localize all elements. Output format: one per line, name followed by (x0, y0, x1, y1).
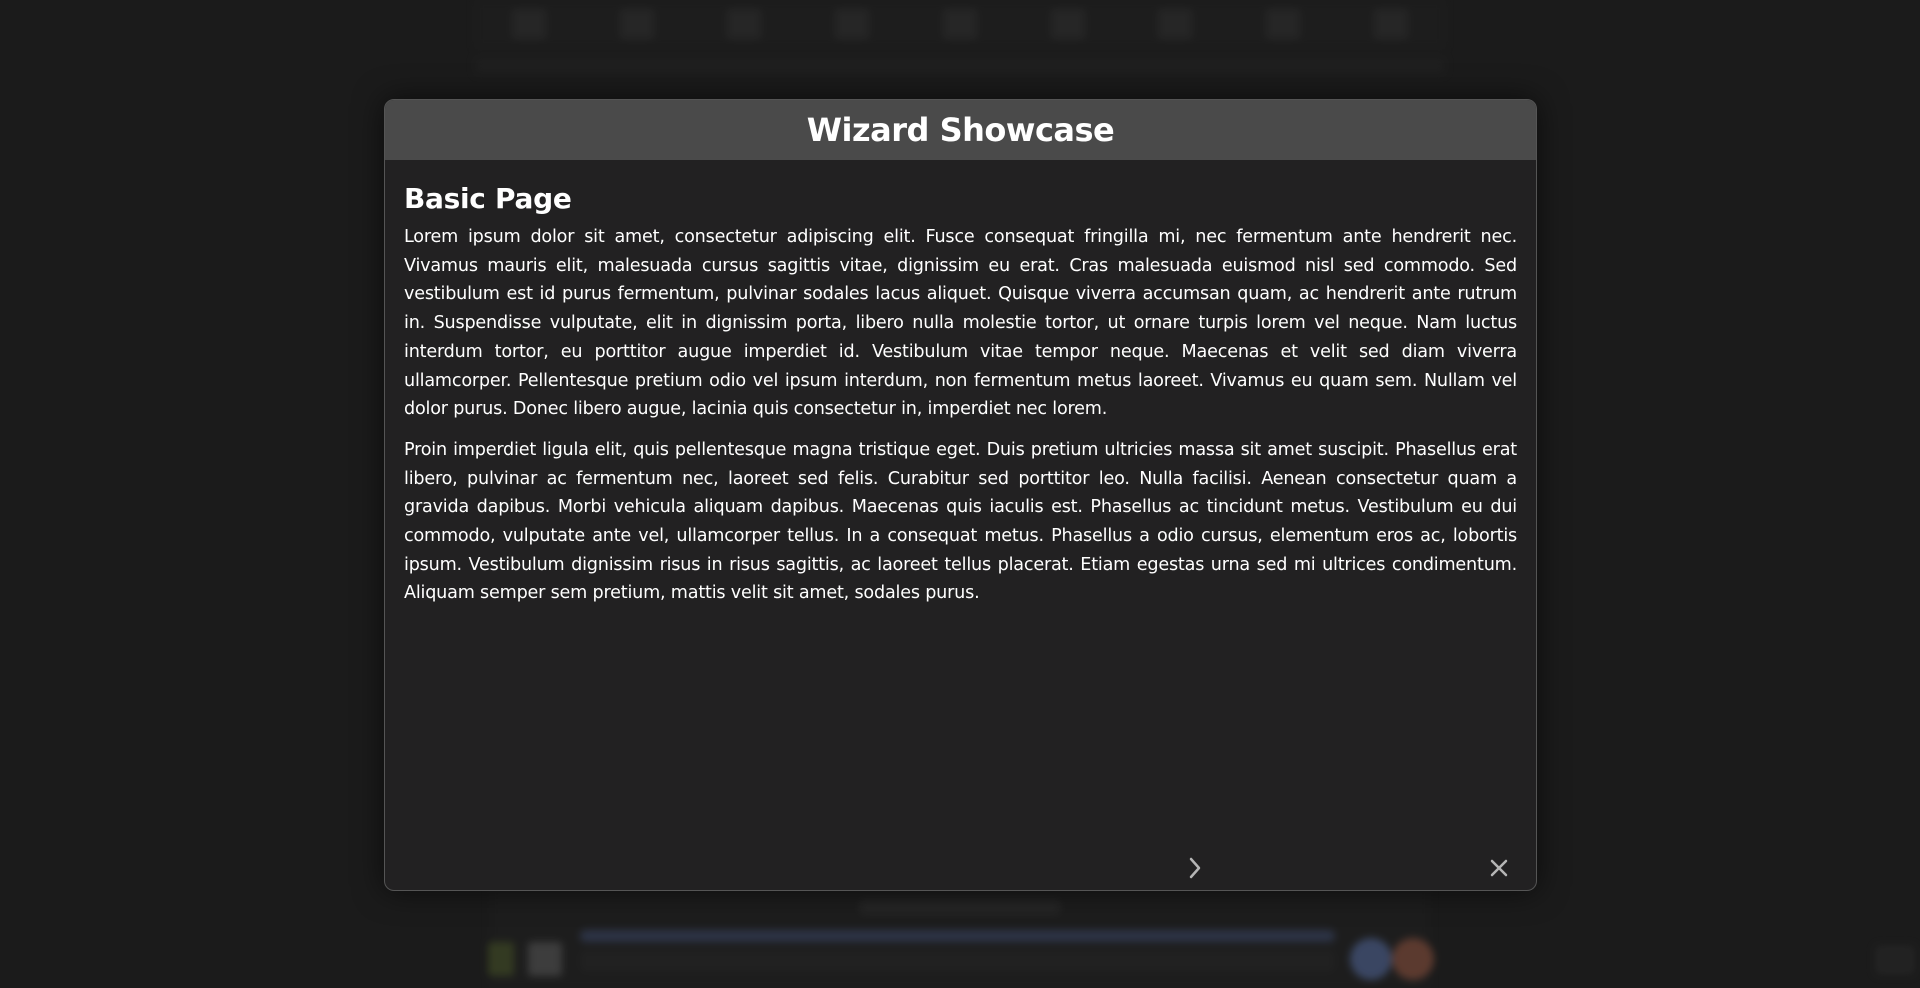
wizard-dialog: Wizard Showcase Basic Page Lorem ipsum d… (384, 99, 1537, 891)
close-button[interactable] (1484, 853, 1514, 883)
dialog-header: Wizard Showcase (385, 100, 1536, 160)
body-paragraph: Lorem ipsum dolor sit amet, consectetur … (404, 227, 1517, 420)
page-heading: Basic Page (404, 182, 572, 215)
dialog-body: Basic Page Lorem ipsum dolor sit amet, c… (385, 160, 1536, 608)
chevron-right-icon (1189, 857, 1201, 879)
body-paragraph: Proin imperdiet ligula elit, quis pellen… (404, 439, 1517, 604)
dialog-title: Wizard Showcase (806, 111, 1115, 149)
close-icon (1490, 859, 1508, 877)
next-button[interactable] (1180, 853, 1210, 883)
dialog-footer (385, 848, 1536, 890)
